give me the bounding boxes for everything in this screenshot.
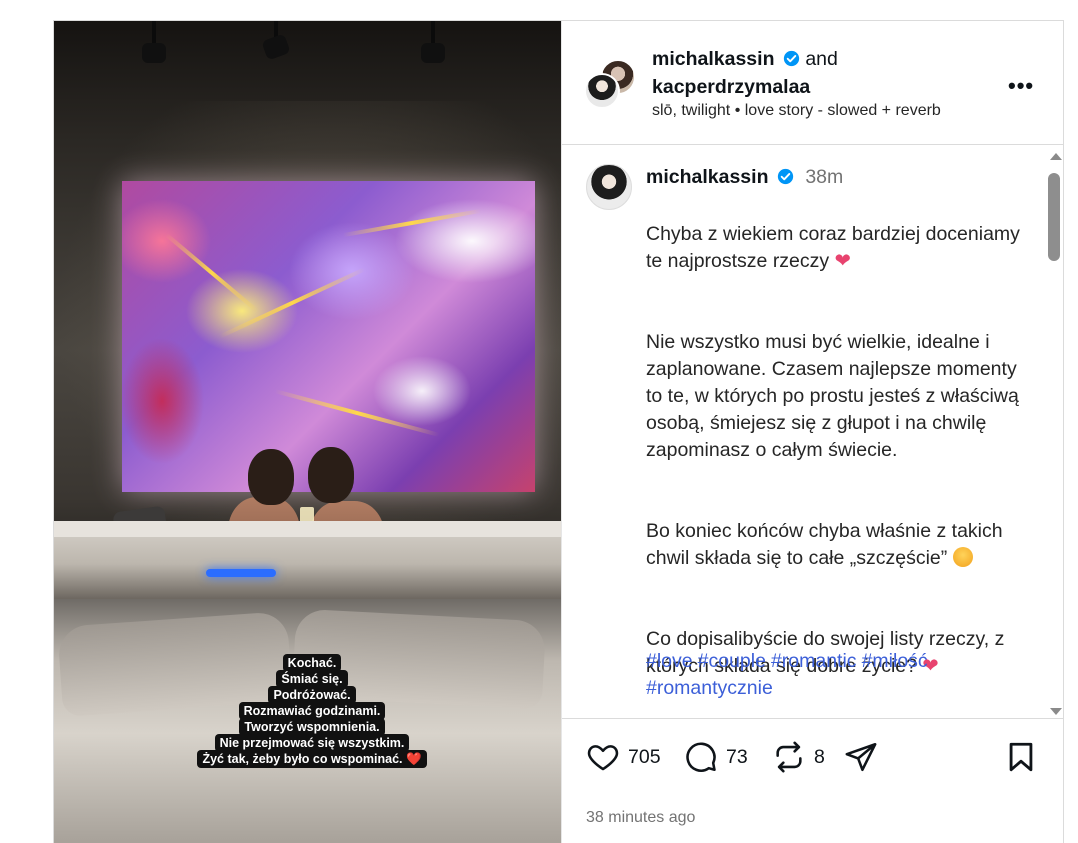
comment-paragraph: Bo koniec końców chyba właśnie z takich … [646, 520, 1003, 569]
avatar[interactable] [586, 164, 632, 210]
action-bar: 705 73 8 38 minutes ago [562, 718, 1063, 843]
repost-count: 8 [814, 745, 825, 768]
verified-badge-icon [783, 50, 800, 67]
author-link[interactable]: michalkassin [652, 48, 774, 70]
scroll-down-arrow-icon[interactable] [1050, 708, 1062, 715]
hashtag-link[interactable]: #love [646, 650, 693, 672]
post-card: Kochać. Śmiać się. Podróżować. Rozmawiać… [53, 20, 1064, 843]
comment-author[interactable]: michalkassin [646, 166, 768, 188]
author-link[interactable]: kacperdrzymalaa [652, 76, 810, 98]
post-image[interactable]: Kochać. Śmiać się. Podróżować. Rozmawiać… [54, 21, 561, 843]
hashtag-link[interactable]: #romantycznie [646, 677, 773, 699]
scroll-up-arrow-icon[interactable] [1050, 153, 1062, 160]
music-track[interactable]: slō, twilight • love story - slowed + re… [652, 102, 941, 120]
post-details-panel: michalkassin and kacperdrzymalaa slō, tw… [561, 21, 1063, 843]
heart-emoji-icon: ❤ [834, 250, 851, 272]
ceiling-spotlight [261, 21, 291, 61]
smiling-emoji-icon [952, 547, 973, 567]
repost-button[interactable]: 8 [772, 741, 825, 773]
save-button[interactable] [1004, 741, 1038, 773]
comment-text: Chyba z wiekiem coraz bardziej doceniamy… [646, 194, 1026, 707]
ceiling-spotlight [420, 21, 446, 63]
hashtag-link[interactable]: #miłość [862, 650, 928, 672]
comment-header: michalkassin 38m [646, 166, 843, 189]
comment-paragraph: Chyba z wiekiem coraz bardziej doceniamy… [646, 223, 1020, 272]
hashtag-link[interactable]: #couple [698, 650, 766, 672]
caption-line: Żyć tak, żeby było co wspominać. ❤️ [197, 750, 427, 768]
send-icon [845, 742, 877, 772]
scrollbar[interactable] [1046, 151, 1062, 717]
like-count: 705 [628, 745, 661, 768]
image-caption-overlay: Kochać. Śmiać się. Podróżować. Rozmawiać… [172, 654, 452, 768]
repost-icon [776, 741, 802, 773]
more-options-button[interactable]: ••• [1008, 73, 1034, 99]
bookmark-icon [1009, 742, 1033, 772]
ceiling-spotlight [141, 21, 167, 63]
scrollbar-thumb[interactable] [1048, 173, 1060, 261]
verified-badge-icon [777, 168, 794, 185]
avatar[interactable] [584, 73, 620, 109]
comment-paragraph: Nie wszystko musi być wielkie, idealne i… [646, 331, 1019, 461]
hashtags: #love #couple #romantic #miłość #romantyczni… [646, 648, 1026, 702]
comment-count: 73 [726, 745, 748, 768]
author-joiner: and [805, 48, 838, 70]
like-button[interactable]: 705 [586, 741, 661, 773]
heart-icon [587, 745, 619, 771]
comment-bubble-icon [686, 742, 716, 772]
comment-button[interactable]: 73 [684, 741, 748, 773]
share-button[interactable] [844, 741, 878, 773]
post-timestamp: 38 minutes ago [586, 809, 696, 826]
collab-authors: michalkassin and kacperdrzymalaa [652, 45, 838, 101]
collab-avatars[interactable] [584, 59, 636, 111]
caption-comment: michalkassin 38m Chyba z wiekiem coraz b… [562, 146, 1063, 718]
comment-time: 38m [805, 166, 844, 188]
bathtub [54, 521, 561, 599]
post-header: michalkassin and kacperdrzymalaa slō, tw… [562, 21, 1063, 145]
hashtag-link[interactable]: #romantic [771, 650, 857, 672]
